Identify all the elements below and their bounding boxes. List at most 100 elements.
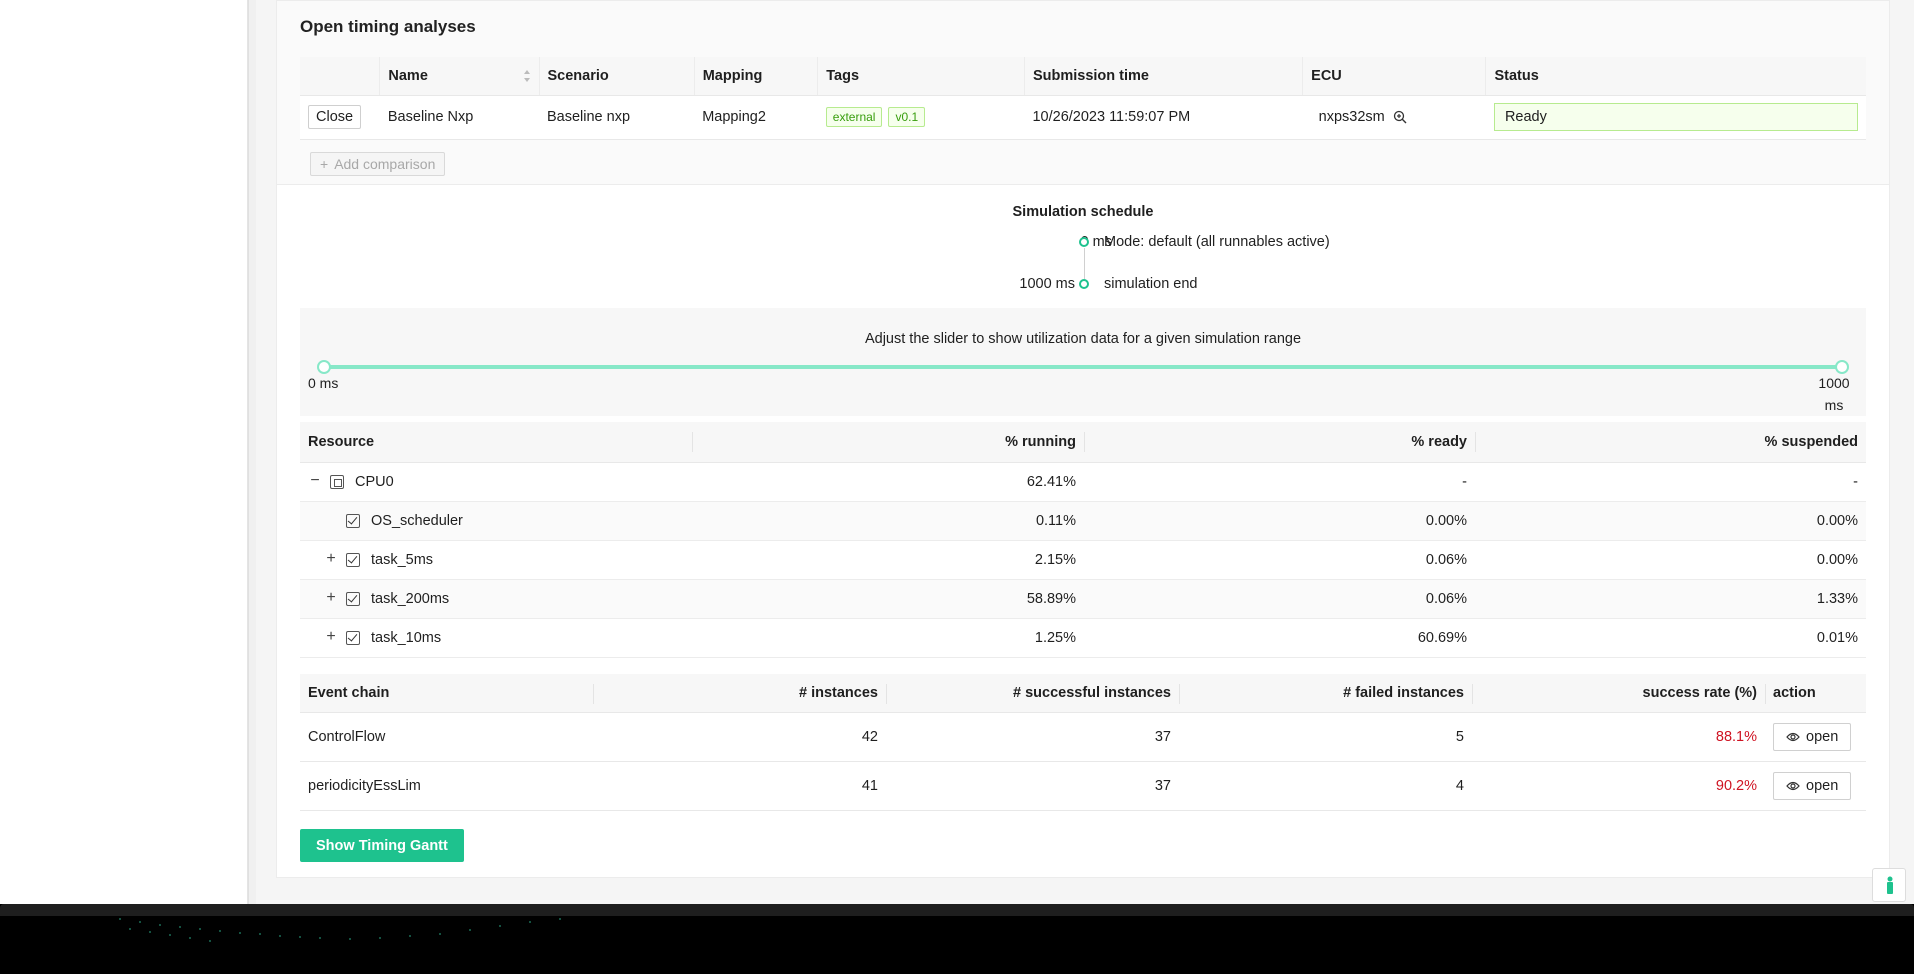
- checkbox-icon[interactable]: [346, 591, 360, 606]
- eye-icon: [1786, 732, 1800, 741]
- collapse-icon[interactable]: −: [308, 472, 322, 489]
- dot-pattern: [119, 918, 561, 942]
- slider-track[interactable]: [324, 365, 1842, 369]
- checkbox-icon[interactable]: [346, 513, 360, 528]
- header-event-chain: Event chain: [300, 674, 593, 713]
- resource-ready: 60.69%: [1084, 618, 1475, 658]
- schedule-connector: [1084, 248, 1085, 279]
- expand-icon[interactable]: +: [324, 628, 338, 645]
- event-chain-name: ControlFlow: [300, 712, 593, 762]
- table-row: − CPU0 62.41% - -: [300, 462, 1866, 502]
- header-success-rate: success rate (%): [1472, 674, 1765, 713]
- resource-running: 62.41%: [692, 462, 1084, 502]
- open-button[interactable]: open: [1773, 722, 1852, 751]
- schedule-title: Simulation schedule: [1012, 204, 1154, 220]
- event-successful: 37: [886, 712, 1179, 762]
- resource-ready: 0.06%: [1084, 540, 1475, 580]
- header-action: [300, 57, 380, 96]
- expand-icon[interactable]: +: [324, 550, 338, 567]
- add-comparison-label: Add comparison: [334, 156, 436, 172]
- resource-ready: -: [1084, 462, 1475, 502]
- header-submission-time: Submission time: [1023, 57, 1303, 96]
- resource-table: Resource % running % ready % suspended −…: [300, 422, 1866, 658]
- header-resource: Resource: [300, 422, 692, 463]
- event-chain-name: periodicityEssLim: [300, 761, 593, 811]
- event-failed: 4: [1179, 761, 1472, 811]
- checkbox-icon[interactable]: [346, 630, 360, 645]
- eye-icon: [1786, 781, 1800, 790]
- resource-ready: 0.00%: [1084, 501, 1475, 541]
- schedule-label-end: simulation end: [1104, 276, 1198, 292]
- resource-name: CPU0: [355, 473, 394, 490]
- event-success-rate: 88.1%: [1472, 712, 1765, 762]
- resource-running: 1.25%: [692, 618, 1084, 658]
- schedule-label-start: Mode: default (all runnables active): [1104, 234, 1330, 250]
- resource-suspended: 0.00%: [1475, 540, 1866, 580]
- schedule-time-start: 0 ms: [1080, 234, 1112, 250]
- event-success-rate: 90.2%: [1472, 761, 1765, 811]
- header-successful: # successful instances: [886, 674, 1179, 713]
- header-mapping: Mapping: [693, 57, 818, 96]
- table-row: OS_scheduler 0.11% 0.00% 0.00%: [300, 501, 1866, 541]
- event-chain-table: Event chain # instances # successful ins…: [300, 674, 1866, 811]
- ecu-cell: nxps32sm: [1311, 109, 1478, 125]
- tag-version: v0.1: [888, 107, 926, 127]
- resource-running: 0.11%: [692, 501, 1084, 541]
- analysis-submission-time: 10/26/2023 11:59:07 PM: [1024, 95, 1303, 140]
- header-scenario: Scenario: [538, 57, 695, 96]
- resource-suspended: -: [1475, 462, 1866, 502]
- analyses-table: Name Scenario Mapping Tags Submission ti…: [300, 57, 1866, 140]
- resource-ready: 0.06%: [1084, 579, 1475, 619]
- header-status: Status: [1485, 57, 1866, 96]
- resource-name: task_200ms: [371, 590, 450, 607]
- schedule-dot-end: [1079, 279, 1089, 289]
- resource-name: task_10ms: [371, 629, 442, 646]
- resource-name: task_5ms: [371, 551, 434, 568]
- show-timing-gantt-button[interactable]: Show Timing Gantt: [300, 829, 464, 862]
- analysis-card: Open timing analyses Name Scenario Mappi…: [276, 0, 1890, 878]
- resource-running: 2.15%: [692, 540, 1084, 580]
- tag-external: external: [825, 107, 883, 127]
- analysis-tags: external v0.1: [817, 95, 1025, 140]
- resource-name: OS_scheduler: [371, 512, 463, 529]
- sidebar-divider: [248, 0, 256, 904]
- resource-running: 58.89%: [692, 579, 1084, 619]
- header-name[interactable]: Name: [379, 57, 539, 96]
- table-row: + task_10ms 1.25% 60.69% 0.01%: [300, 618, 1866, 658]
- section-title: Open timing analyses: [300, 17, 476, 36]
- header-failed: # failed instances: [1179, 674, 1472, 713]
- cpu-icon: [330, 474, 344, 489]
- header-tags: Tags: [817, 57, 1025, 96]
- add-comparison-button[interactable]: + Add comparison: [310, 152, 446, 176]
- accessibility-button[interactable]: [1872, 868, 1906, 902]
- status-badge: Ready: [1493, 103, 1858, 131]
- expand-icon[interactable]: +: [324, 589, 338, 606]
- event-failed: 5: [1179, 712, 1472, 762]
- sort-icon[interactable]: [523, 69, 531, 83]
- table-row: Close Baseline Nxp Baseline nxp Mapping2…: [300, 95, 1866, 140]
- zoom-in-icon[interactable]: [1393, 110, 1407, 124]
- slider-min-label: 0 ms: [308, 375, 339, 391]
- slider-max-label: 1000 ms: [1818, 375, 1850, 413]
- event-instances: 42: [593, 712, 886, 762]
- taskbar: [0, 904, 1914, 974]
- header-ready: % ready: [1084, 422, 1475, 463]
- close-button[interactable]: Close: [308, 105, 362, 129]
- checkbox-icon[interactable]: [346, 552, 360, 567]
- header-instances: # instances: [593, 674, 886, 713]
- range-slider-panel: Adjust the slider to show utilization da…: [300, 308, 1866, 416]
- schedule-dot-start: [1079, 237, 1089, 247]
- header-suspended: % suspended: [1475, 422, 1866, 463]
- analysis-scenario: Baseline nxp: [539, 95, 695, 140]
- open-button[interactable]: open: [1773, 771, 1852, 800]
- plus-icon: +: [320, 156, 329, 172]
- resource-suspended: 1.33%: [1475, 579, 1866, 619]
- slider-title: Adjust the slider to show utilization da…: [864, 331, 1302, 347]
- accessibility-icon: [1887, 876, 1893, 894]
- analyses-header-panel: Open timing analyses Name Scenario Mappi…: [277, 1, 1889, 185]
- table-row: + task_200ms 58.89% 0.06% 1.33%: [300, 579, 1866, 619]
- resource-suspended: 0.01%: [1475, 618, 1866, 658]
- analysis-mapping: Mapping2: [694, 95, 818, 140]
- event-instances: 41: [593, 761, 886, 811]
- sidebar: [0, 0, 248, 904]
